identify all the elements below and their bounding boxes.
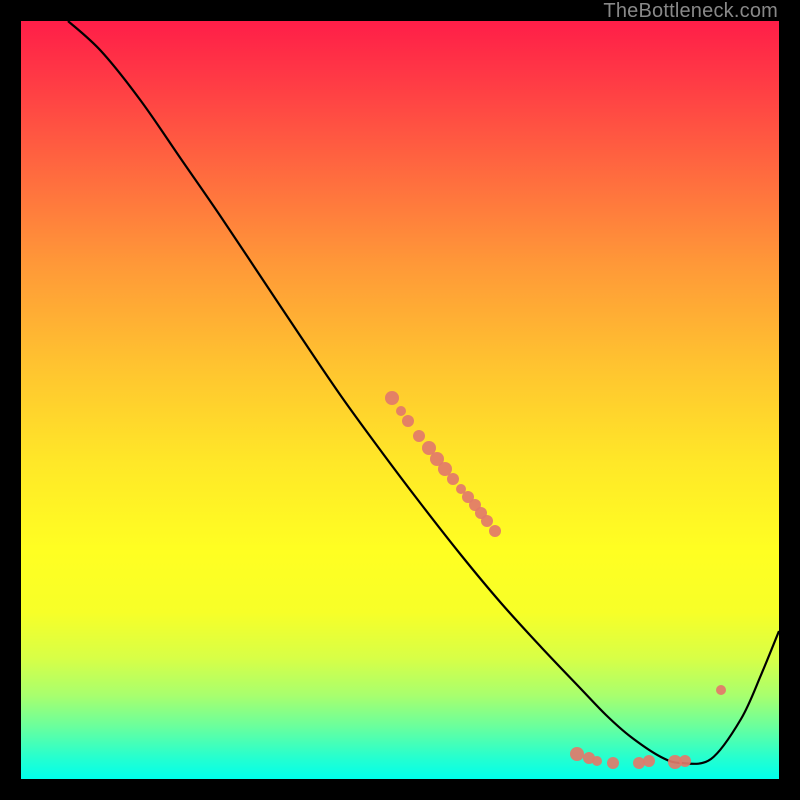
data-point bbox=[679, 755, 691, 767]
data-point bbox=[570, 747, 584, 761]
curve-line bbox=[68, 21, 779, 764]
data-point bbox=[716, 685, 726, 695]
plot-area bbox=[21, 21, 779, 779]
data-point bbox=[385, 391, 399, 405]
data-point bbox=[413, 430, 425, 442]
data-point bbox=[447, 473, 459, 485]
data-point bbox=[489, 525, 501, 537]
attribution-text: TheBottleneck.com bbox=[603, 0, 778, 23]
data-point bbox=[592, 756, 602, 766]
data-point bbox=[396, 406, 406, 416]
chart-container: TheBottleneck.com bbox=[0, 0, 800, 800]
data-point bbox=[607, 757, 619, 769]
data-point bbox=[633, 757, 645, 769]
data-point bbox=[481, 515, 493, 527]
data-points bbox=[385, 391, 726, 769]
data-point bbox=[643, 755, 655, 767]
chart-svg bbox=[21, 21, 779, 779]
data-point bbox=[402, 415, 414, 427]
